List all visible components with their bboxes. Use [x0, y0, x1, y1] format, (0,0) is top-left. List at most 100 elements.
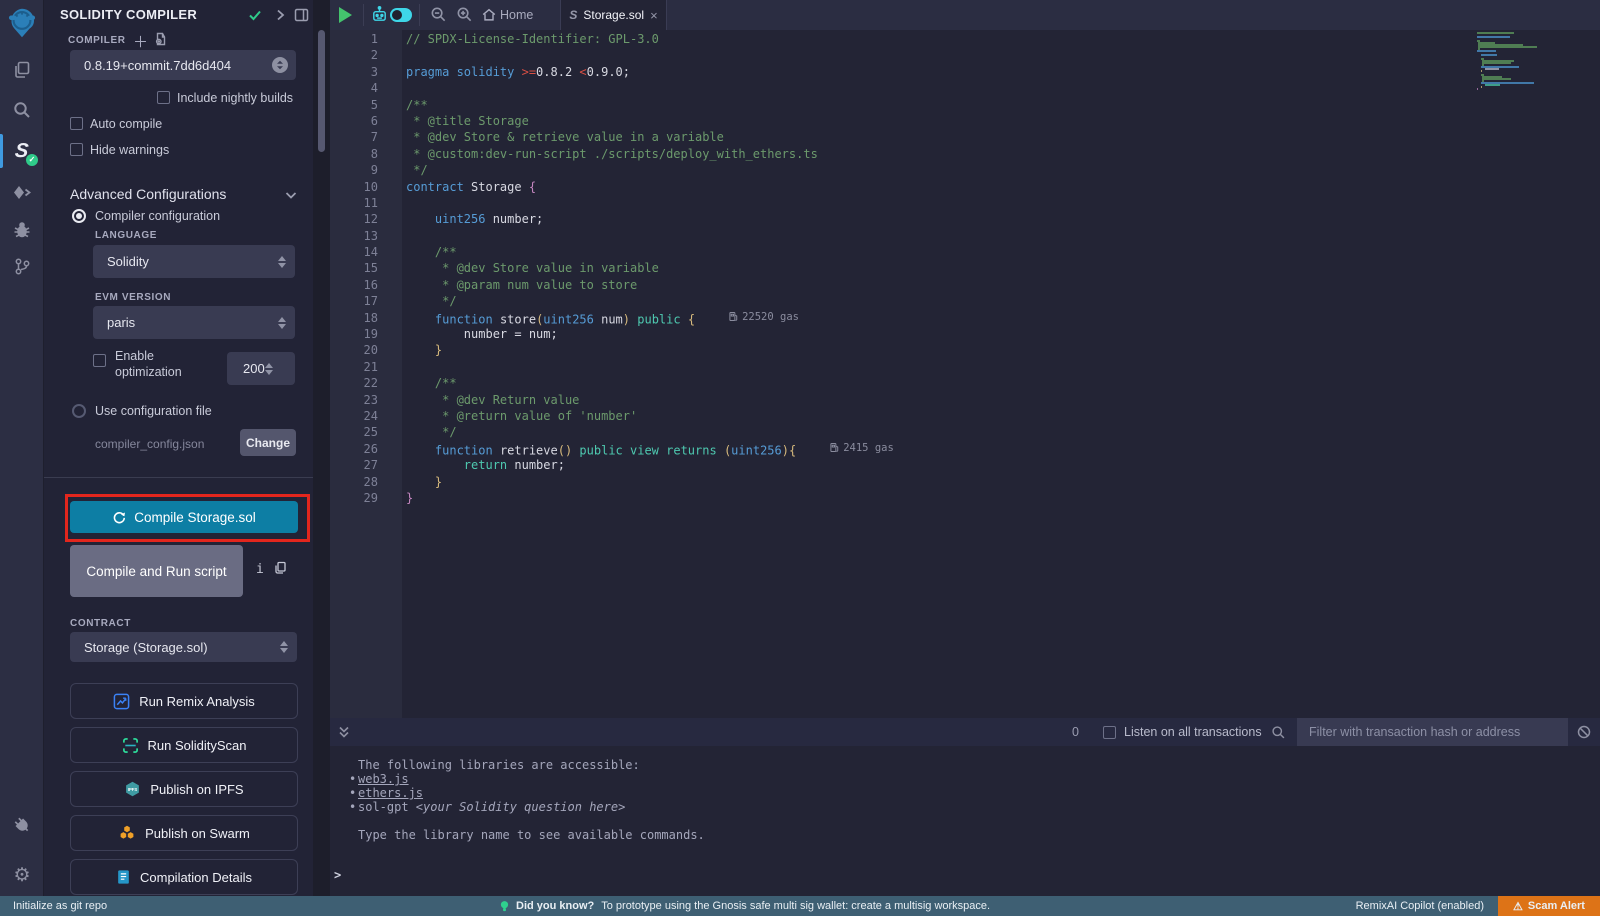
advanced-configurations-title[interactable]: Advanced Configurations	[70, 186, 226, 202]
circle-slash-icon[interactable]	[1577, 725, 1591, 739]
optimization-runs-input[interactable]: 200	[227, 352, 295, 385]
code-line: }	[406, 490, 1600, 506]
sidebar-item-solidity-compiler[interactable]: S ✓	[0, 134, 44, 168]
toolbar-separator	[419, 4, 420, 26]
file-explorer-icon	[12, 60, 32, 80]
scam-alert-label: Scam Alert	[1528, 900, 1585, 912]
chevron-down-icon[interactable]	[284, 188, 298, 202]
solidity-file-icon: S	[569, 8, 577, 22]
ethers-link[interactable]: ethers.js	[358, 786, 423, 800]
listen-all-transactions-label: Listen on all transactions	[1124, 718, 1262, 746]
compiler-configuration-radio[interactable]	[72, 209, 86, 223]
sidebar-item-plugin-manager[interactable]	[0, 808, 44, 842]
sidebar-item-search[interactable]	[0, 93, 44, 127]
section-divider	[44, 477, 313, 478]
transaction-filter-input[interactable]	[1297, 718, 1568, 746]
code-editor[interactable]: 1234567891011121314151617181920212223242…	[330, 30, 1600, 718]
robot-icon[interactable]	[370, 5, 389, 24]
sidebar-item-git[interactable]	[0, 249, 44, 283]
code-line: */	[406, 162, 1600, 178]
run-remix-analysis-button[interactable]: Run Remix Analysis	[70, 683, 298, 719]
language-value: Solidity	[107, 254, 149, 269]
svg-text:IPFS: IPFS	[128, 787, 138, 792]
compiler-configuration-label: Compiler configuration	[95, 209, 220, 223]
ipfs-icon: IPFS	[124, 780, 141, 798]
change-config-button[interactable]: Change	[240, 429, 296, 456]
copy-icon[interactable]	[274, 561, 287, 574]
code-line: }	[406, 342, 1600, 358]
terminal-line: Type the library name to see available c…	[330, 828, 1600, 842]
select-arrows-icon	[280, 641, 288, 653]
code-line: function retrieve() public view returns …	[406, 441, 1600, 457]
gas-estimate: 2415 gas	[830, 440, 894, 456]
info-icon[interactable]: i	[256, 562, 264, 577]
add-file-icon[interactable]	[154, 32, 168, 46]
terminal-output[interactable]: The following libraries are accessible: …	[330, 746, 1600, 896]
chevron-right-icon[interactable]	[274, 8, 286, 22]
debugger-icon	[12, 220, 32, 240]
compile-and-run-button[interactable]: Compile and Run script	[70, 545, 243, 597]
sidebar-item-file-explorer[interactable]	[0, 53, 44, 87]
pin-panel-icon[interactable]	[294, 8, 309, 22]
refresh-icon	[112, 510, 126, 524]
code-line: * @custom:dev-run-script ./scripts/deplo…	[406, 146, 1600, 162]
code-line: * @param num value to store	[406, 277, 1600, 293]
publish-on-ipfs-button[interactable]: IPFS Publish on IPFS	[70, 771, 298, 807]
compile-button[interactable]: Compile Storage.sol	[70, 501, 298, 533]
evm-version-select[interactable]: paris	[93, 306, 295, 339]
web3-link[interactable]: web3.js	[358, 772, 409, 786]
scam-alert-button[interactable]: ⚠ Scam Alert	[1498, 896, 1600, 916]
terminal-prompt[interactable]: >	[334, 868, 1600, 882]
auto-compile-checkbox[interactable]	[70, 117, 83, 130]
sidebar-item-settings[interactable]: ⚙	[0, 858, 44, 892]
sidebar-item-debugger[interactable]	[0, 213, 44, 247]
remix-logo[interactable]	[0, 6, 44, 40]
tip-text: To prototype using the Gnosis safe multi…	[601, 900, 990, 912]
zoom-in-icon[interactable]	[456, 6, 473, 23]
sidebar-item-deploy-run[interactable]	[0, 176, 44, 210]
optimization-runs-value: 200	[243, 361, 265, 376]
close-icon[interactable]: ×	[650, 8, 658, 23]
compilation-details-button[interactable]: Compilation Details	[70, 859, 298, 895]
run-solidityscan-button[interactable]: Run SolidityScan	[70, 727, 298, 763]
code-line: * @dev Store & retrieve value in a varia…	[406, 129, 1600, 145]
copilot-status[interactable]: RemixAI Copilot (enabled)	[1356, 896, 1484, 916]
code-line: return number;	[406, 457, 1600, 473]
home-tab-label[interactable]: Home	[500, 0, 533, 30]
solidity-compiler-panel: SOLIDITY COMPILER COMPILER ＋ 0.8.19+comm…	[44, 0, 330, 896]
use-configuration-file-radio[interactable]	[72, 404, 86, 418]
tab-storage-sol[interactable]: S Storage.sol ×	[560, 0, 667, 30]
transaction-count: 0	[1072, 718, 1079, 746]
contract-select[interactable]: Storage (Storage.sol)	[70, 632, 297, 662]
compiler-version-select[interactable]: 0.8.19+commit.7dd6d404	[70, 50, 296, 80]
code-line: }	[406, 474, 1600, 490]
code-line: * @title Storage	[406, 113, 1600, 129]
code-line: */	[406, 424, 1600, 440]
compiler-version-value: 0.8.19+commit.7dd6d404	[84, 58, 231, 73]
publish-on-swarm-button[interactable]: Publish on Swarm	[70, 815, 298, 851]
zoom-out-icon[interactable]	[430, 6, 447, 23]
hide-warnings-checkbox[interactable]	[70, 143, 83, 156]
include-nightly-checkbox[interactable]	[157, 91, 170, 104]
search-icon	[1271, 725, 1286, 740]
lightbulb-icon	[500, 900, 509, 913]
double-chevron-down-icon[interactable]	[337, 725, 351, 739]
plus-icon[interactable]: ＋	[133, 31, 148, 52]
hide-warnings-label: Hide warnings	[90, 143, 169, 157]
config-file-name[interactable]: compiler_config.json	[95, 437, 204, 451]
toggle-on-icon[interactable]	[390, 8, 412, 22]
terminal-header: 0 Listen on all transactions	[330, 718, 1600, 746]
enable-optimization-checkbox[interactable]	[93, 354, 106, 367]
run-remix-analysis-label: Run Remix Analysis	[139, 694, 255, 709]
activity-bar: S ✓ ⚙	[0, 0, 44, 896]
play-icon[interactable]	[339, 7, 352, 23]
language-select[interactable]: Solidity	[93, 245, 295, 278]
init-git-repo-button[interactable]: Initialize as git repo	[13, 896, 107, 916]
home-icon[interactable]	[481, 7, 497, 23]
editor-minimap[interactable]	[1477, 32, 1570, 90]
panel-scrollbar-thumb[interactable]	[318, 30, 325, 152]
code-area[interactable]: // SPDX-License-Identifier: GPL-3.0pragm…	[402, 30, 1600, 718]
search-icon	[12, 100, 32, 120]
check-icon	[248, 8, 262, 22]
listen-all-transactions-checkbox[interactable]	[1103, 726, 1116, 739]
